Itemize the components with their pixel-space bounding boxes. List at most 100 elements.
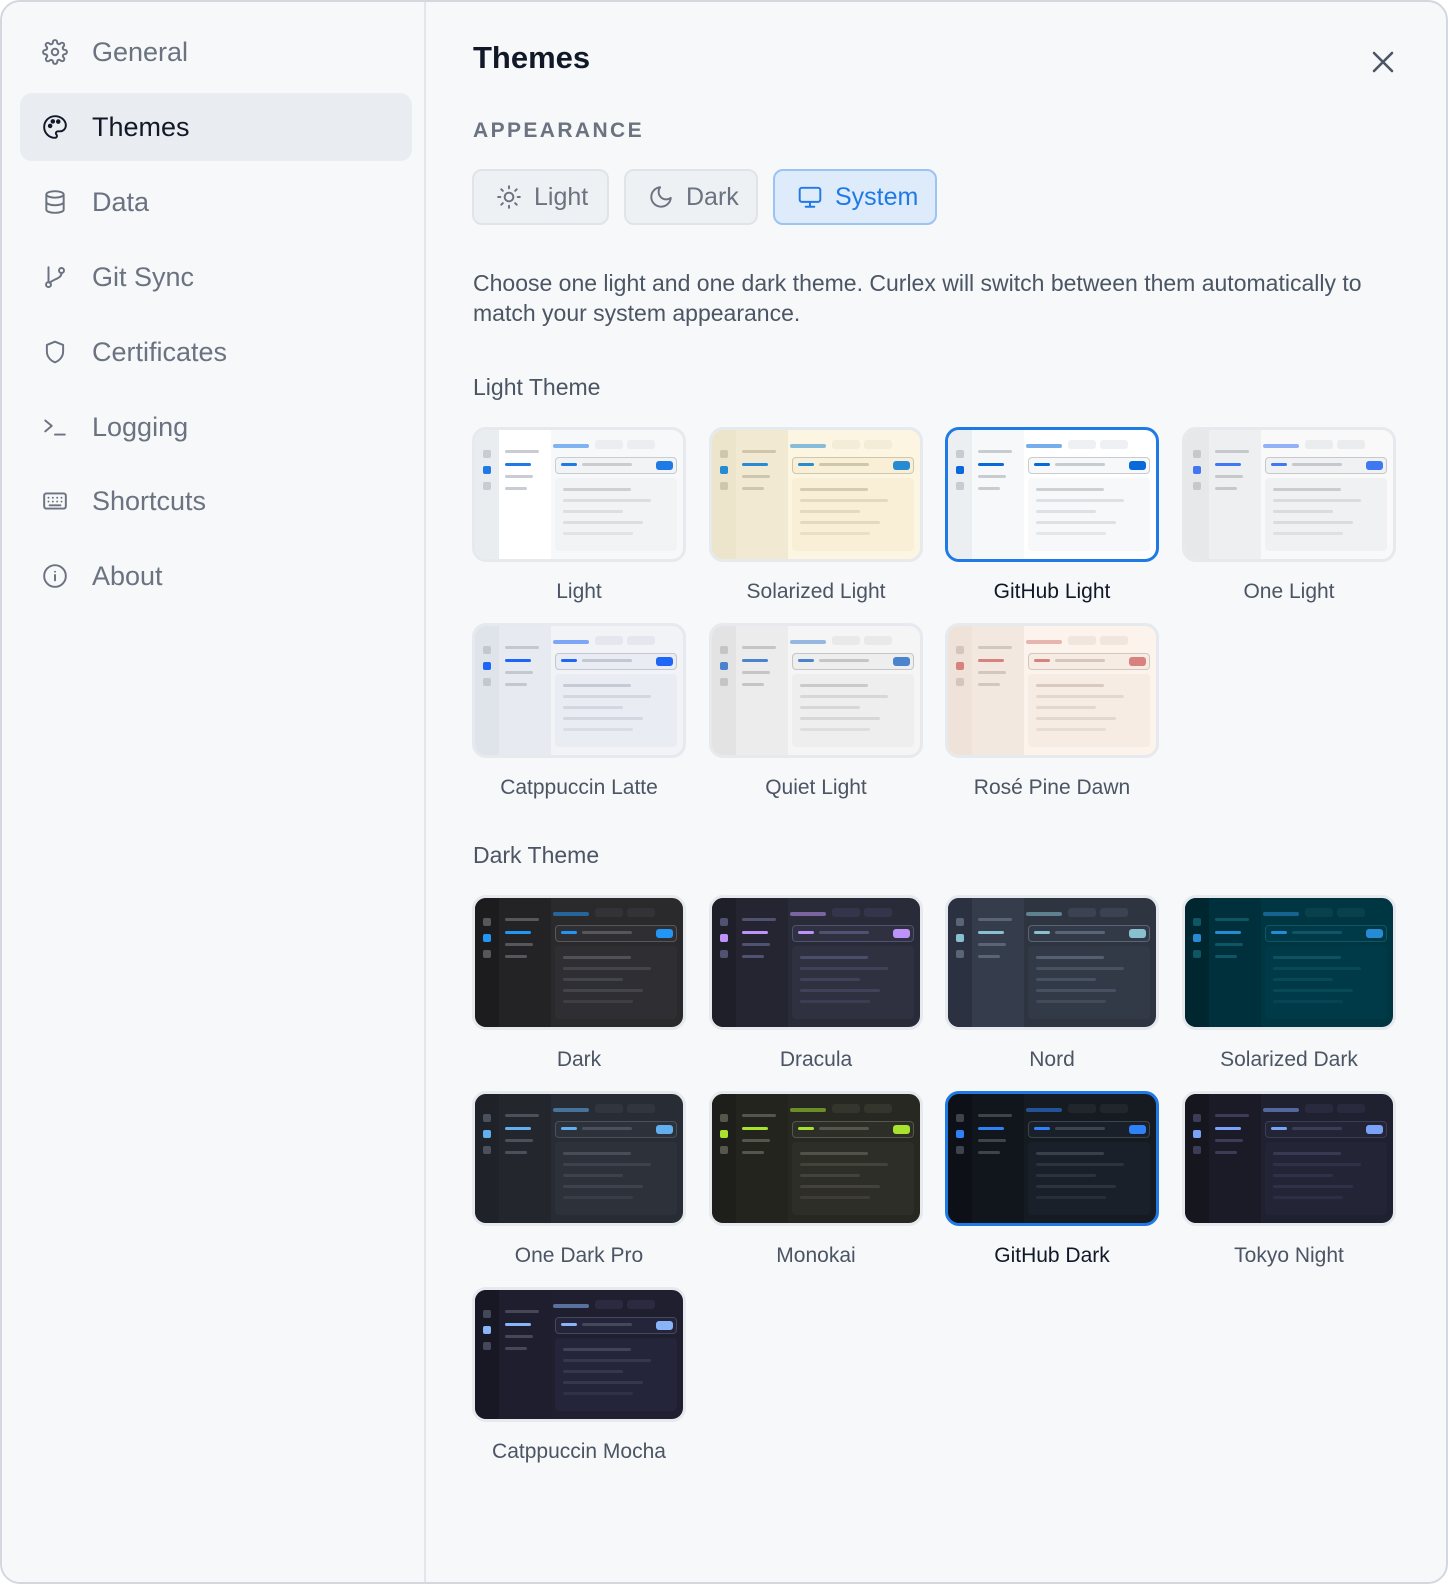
preview-dot [483, 1326, 491, 1334]
preview-response-pane [1265, 946, 1387, 1019]
preview-method [798, 463, 814, 466]
preview-line [978, 931, 1004, 934]
preview-line [800, 488, 868, 491]
appearance-dark-button[interactable]: Dark [624, 169, 758, 225]
theme-preview [1182, 895, 1396, 1030]
preview-sidebar [475, 1094, 499, 1223]
themes-panel: Themes APPEARANCE Light Dark System Choo… [428, 2, 1446, 1582]
preview-line [505, 1347, 527, 1350]
sidebar-item-about[interactable]: About [20, 542, 412, 610]
preview-method [561, 659, 577, 662]
preview-tab [627, 1104, 655, 1113]
gear-icon [42, 39, 68, 65]
theme-name-label: Solarized Light [746, 580, 886, 603]
preview-line [978, 1151, 1000, 1154]
preview-dot [483, 1130, 491, 1138]
preview-response-pane [792, 674, 914, 747]
preview-dot [956, 678, 964, 686]
preview-line [978, 463, 1004, 466]
theme-name-label: One Dark Pro [514, 1244, 644, 1267]
preview-dot [720, 934, 728, 942]
preview-dot [1193, 1130, 1201, 1138]
preview-main [788, 1094, 920, 1223]
sidebar-item-data[interactable]: Data [20, 168, 412, 236]
theme-name-label: Solarized Dark [1220, 1048, 1358, 1071]
appearance-system-button[interactable]: System [773, 169, 937, 225]
sidebar-item-general[interactable]: General [20, 18, 412, 86]
preview-line [505, 931, 531, 934]
preview-dot [483, 646, 491, 654]
preview-line [800, 695, 888, 698]
preview-response-pane [1265, 1142, 1387, 1215]
sidebar-item-themes[interactable]: Themes [20, 93, 412, 161]
sidebar-item-logging[interactable]: Logging [20, 393, 412, 461]
preview-line [742, 1139, 770, 1142]
appearance-light-button[interactable]: Light [472, 169, 609, 225]
moon-icon [648, 184, 674, 210]
shield-icon [42, 339, 68, 365]
preview-response-pane [555, 1142, 677, 1215]
preview-dot [1193, 466, 1201, 474]
preview-dot [720, 450, 728, 458]
preview-main [1024, 1094, 1156, 1223]
preview-send-button [1366, 1125, 1383, 1134]
preview-line [978, 683, 1000, 686]
preview-line [978, 487, 1000, 490]
preview-url-bar [1265, 1121, 1387, 1138]
preview-tab [627, 636, 655, 645]
preview-tab [595, 1104, 623, 1113]
preview-tab [1337, 908, 1365, 917]
preview-line [1273, 978, 1333, 981]
sidebar-item-certificates[interactable]: Certificates [20, 318, 412, 386]
sidebar-item-shortcuts[interactable]: Shortcuts [20, 467, 412, 535]
preview-dot [483, 482, 491, 490]
preview-method [1034, 931, 1050, 934]
preview-tab [1100, 440, 1128, 449]
preview-line [742, 450, 776, 453]
preview-response-pane [1028, 1142, 1150, 1215]
preview-tab [1337, 440, 1365, 449]
preview-line [1273, 1185, 1353, 1188]
theme-name-label: Nord [1029, 1048, 1075, 1071]
sidebar-item-git-sync[interactable]: Git Sync [20, 243, 412, 311]
appearance-option-label: System [835, 182, 919, 211]
preview-send-button [1129, 461, 1146, 470]
preview-line [742, 931, 768, 934]
preview-line [505, 1151, 527, 1154]
preview-line [563, 1152, 631, 1155]
preview-url-text [582, 463, 632, 466]
preview-line [800, 532, 870, 535]
preview-dot [1193, 1146, 1201, 1154]
preview-method [798, 1127, 814, 1130]
preview-main [1024, 430, 1156, 559]
preview-url-text [819, 1127, 869, 1130]
preview-list [499, 626, 551, 755]
preview-line [563, 532, 633, 535]
preview-dot [956, 918, 964, 926]
close-button[interactable] [1363, 42, 1403, 82]
preview-dot [483, 1342, 491, 1350]
preview-line [978, 671, 1006, 674]
preview-line [1273, 1152, 1341, 1155]
preview-send-button [656, 657, 673, 666]
preview-method [1034, 1127, 1050, 1130]
preview-url-text [582, 1323, 632, 1326]
preview-line [1036, 695, 1124, 698]
preview-url-text [582, 931, 632, 934]
preview-line [800, 1174, 860, 1177]
preview-list [972, 626, 1024, 755]
preview-line [1036, 521, 1116, 524]
preview-line [1273, 1000, 1343, 1003]
preview-dot [956, 950, 964, 958]
preview-url-bar [1028, 925, 1150, 942]
preview-line [978, 646, 1012, 649]
preview-line [1036, 1163, 1124, 1166]
preview-sidebar [948, 430, 972, 559]
preview-method [561, 1323, 577, 1326]
preview-line [800, 956, 868, 959]
preview-url-bar [1265, 925, 1387, 942]
preview-main [788, 626, 920, 755]
preview-url-text [819, 463, 869, 466]
preview-line [800, 989, 880, 992]
preview-line [563, 1392, 633, 1395]
